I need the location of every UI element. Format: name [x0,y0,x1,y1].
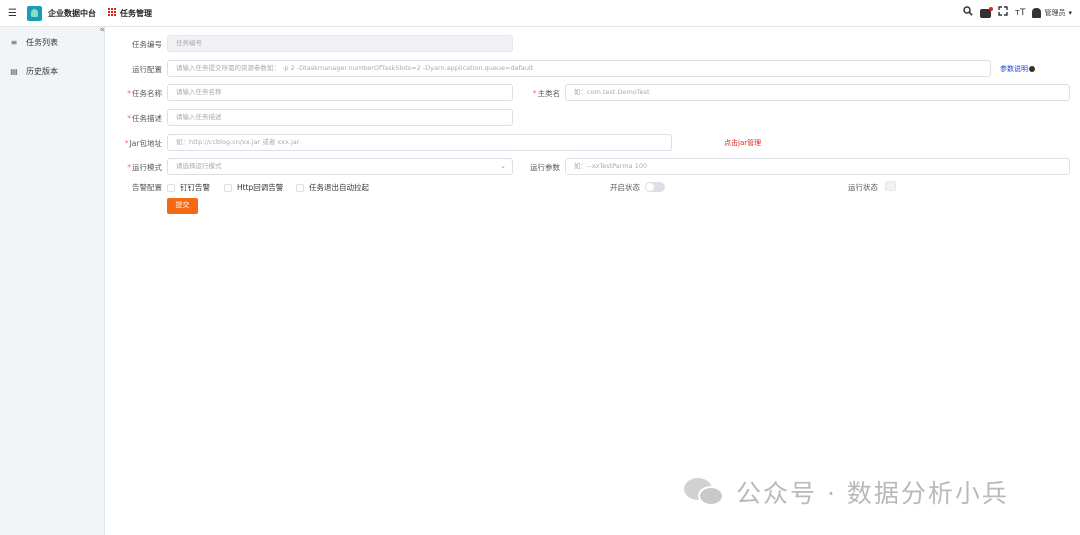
font-size-icon[interactable]: тT [1015,7,1026,19]
main-class-input[interactable]: 如：com.test.DemoTest [565,84,1070,101]
dingtalk-alarm-checkbox[interactable]: 钉钉告警 [167,182,210,193]
checkbox-box[interactable] [224,183,232,192]
message-icon[interactable] [979,7,993,18]
app-root: ☰ 企业数据中台 任务管理 тT 管理员 ▾ « ≡ 任务列表 ▤ 历史版本 任… [0,0,1080,535]
user-menu[interactable]: 管理员 ▾ [1032,8,1072,18]
param-doc-link[interactable]: 参数说明 [1000,64,1035,74]
top-header: ☰ 企业数据中台 任务管理 тT 管理员 ▾ [0,0,1080,27]
menu-toggle-icon[interactable]: ☰ [8,8,17,19]
sidebar: « ≡ 任务列表 ▤ 历史版本 [0,25,105,535]
caret-down-icon: ▾ [1068,9,1072,17]
search-icon[interactable] [962,6,973,20]
jar-manage-link[interactable]: 点击jar管理 [724,138,761,148]
jar-url-label: *Jar包地址 [124,139,162,148]
run-mode-select[interactable]: 请选择运行模式 ⌄ [167,158,513,175]
auto-restart-checkbox[interactable]: 任务退出自动拉起 [296,182,369,193]
sidebar-item-history[interactable]: ▤ 历史版本 [10,66,58,77]
task-name-input[interactable]: 请输入任务名称 [167,84,513,101]
sidebar-item-task-list[interactable]: ≡ 任务列表 [10,37,58,48]
run-mode-label: *运行模式 [127,163,162,172]
submit-button[interactable]: 提交 [167,198,198,214]
run-config-input[interactable]: 请输入任务提交所需的资源参数如： -p 2 -Dtaskmanager.numb… [167,60,991,77]
checkbox-box[interactable] [167,183,175,192]
collapse-sidebar-icon[interactable]: « [99,25,105,35]
enable-status-switch[interactable] [645,182,665,192]
main-class-label: *主类名 [532,89,560,98]
run-status-label: 运行状态 [848,183,878,192]
module-title[interactable]: 任务管理 [120,8,152,19]
task-no-label: 任务编号 [132,40,162,49]
watermark: 公众号 · 数据分析小兵 [684,474,1009,510]
app-title: 企业数据中台 [48,9,96,18]
fullscreen-icon[interactable] [998,6,1008,20]
enable-status-label: 开启状态 [610,183,640,192]
user-name: 管理员 [1044,9,1066,17]
run-args-input[interactable]: 如：--xxTestParma 100 [565,158,1070,175]
sidebar-item-label: 任务列表 [26,38,58,47]
app-logo-icon [27,6,42,21]
header-tools: тT 管理员 ▾ [962,6,1072,20]
watermark-text: 公众号 · 数据分析小兵 [736,479,1009,508]
task-name-label: *任务名称 [127,89,162,98]
user-avatar-icon [1032,8,1042,18]
list-icon: ≡ [10,38,18,47]
http-callback-alarm-checkbox[interactable]: Http回调告警 [224,182,283,193]
run-args-label: 运行参数 [530,163,560,172]
grid-apps-icon[interactable] [108,8,117,17]
run-config-label: 运行配置 [132,65,162,74]
task-desc-input[interactable]: 请输入任务描述 [167,109,513,126]
wechat-icon [684,476,728,508]
task-desc-label: *任务描述 [127,114,162,123]
alarm-config-label: 告警配置 [132,183,162,192]
sidebar-item-label: 历史版本 [26,67,58,76]
run-mode-placeholder: 请选择运行模式 [176,162,222,170]
history-icon: ▤ [10,67,18,76]
run-status-indicator [885,181,896,191]
jar-url-input[interactable]: 如：http://ccblog.cn/xx.jar 或者 xxx.jar [167,134,672,151]
checkbox-box[interactable] [296,183,304,192]
task-no-field[interactable]: 任务编号 [167,35,513,52]
info-icon [1029,66,1035,72]
